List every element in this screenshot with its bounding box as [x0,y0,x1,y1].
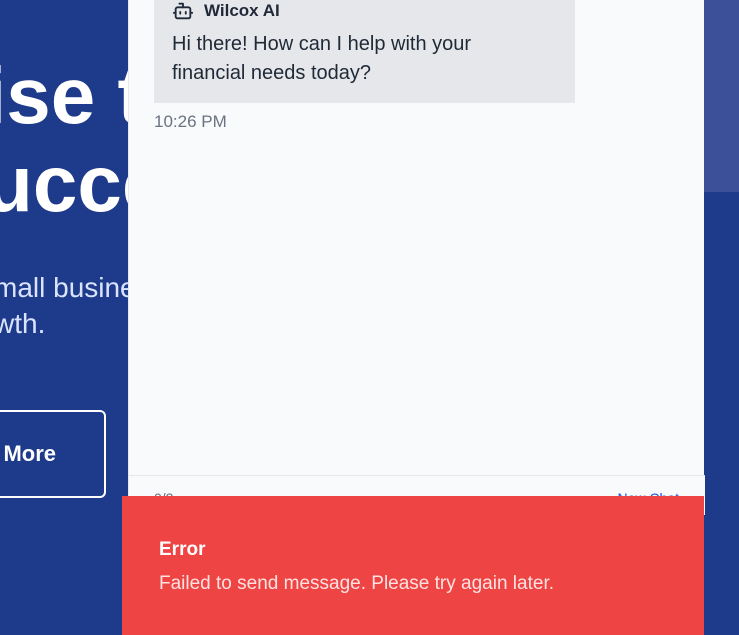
hero-accent-band [700,0,739,192]
error-toast[interactable]: Error Failed to send message. Please try… [122,496,704,635]
message-text: Hi there! How can I help with your finan… [172,33,472,84]
message-header: Wilcox AI [172,0,557,22]
error-toast-message: Failed to send message. Please try again… [159,573,555,594]
hero-subtitle-line-1: mall busine [0,272,136,303]
bot-icon [172,2,194,20]
message-sender: Wilcox AI [204,1,280,20]
assistant-message-bubble: Wilcox AI Hi there! How can I help with … [154,0,575,103]
learn-more-button[interactable]: More [0,410,106,498]
error-toast-title: Error [159,539,206,560]
hero-subtitle-line-2: wth. [0,308,46,339]
message-timestamp: 10:26 PM [154,112,227,131]
learn-more-button-label: More [3,441,56,466]
hero-subtitle: mall busine wth. [0,270,136,342]
